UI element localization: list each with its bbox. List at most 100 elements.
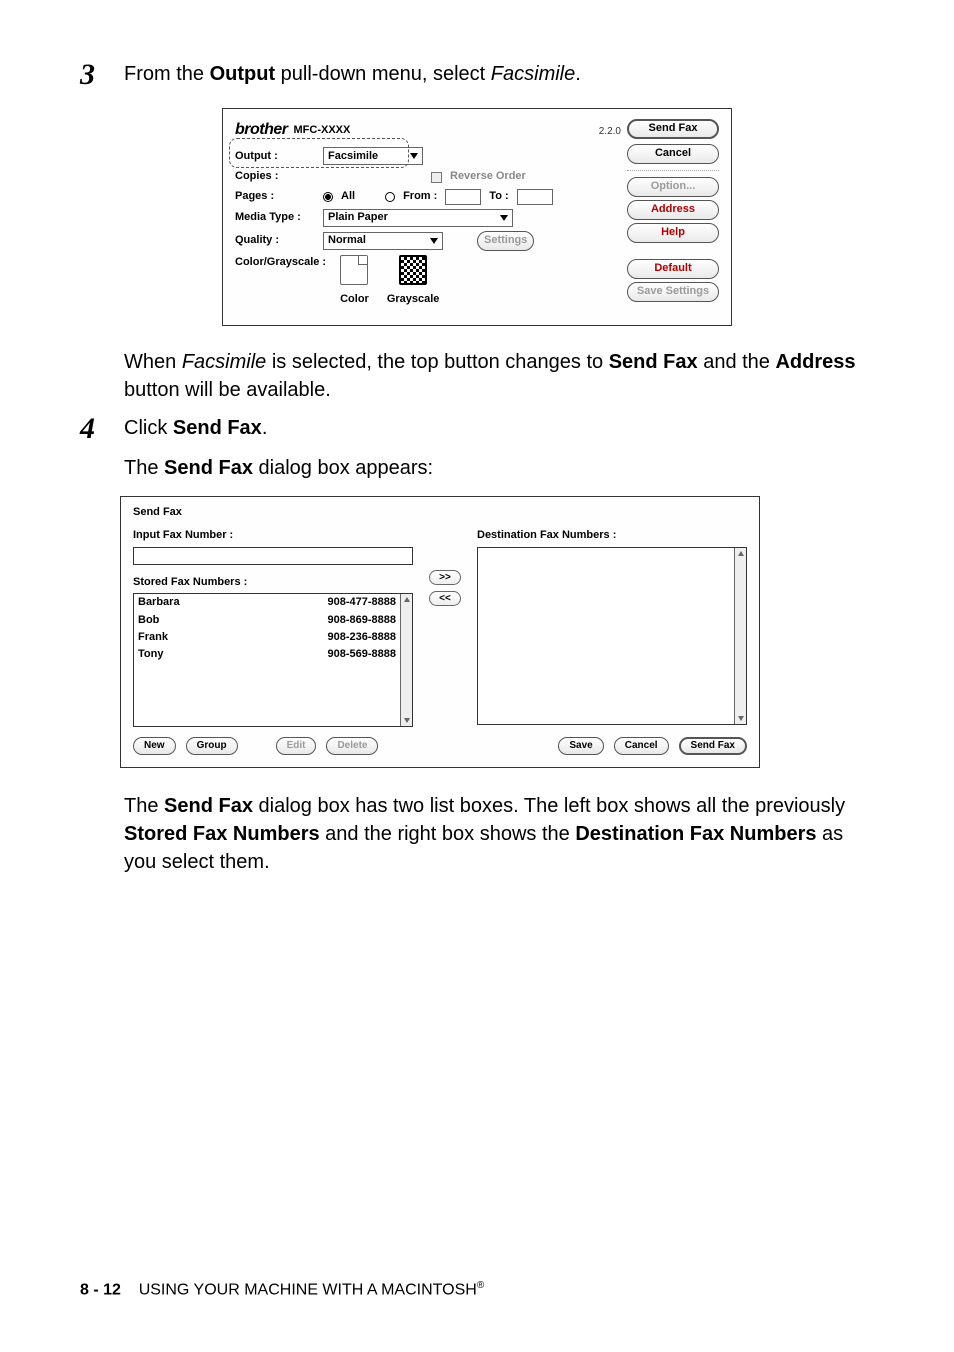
stored-fax-listbox[interactable]: Barbara 908-477-8888 Bob 908-869-8888 Frank 9… (133, 593, 413, 727)
media-label: Media Type : (235, 210, 315, 225)
text: Address (775, 351, 855, 373)
brother-logo: brother (235, 119, 288, 141)
cancel-button[interactable]: Cancel (614, 737, 669, 755)
media-select[interactable]: Plain Paper (323, 209, 513, 227)
chevron-down-icon (430, 238, 438, 244)
pages-from-label: From : (403, 189, 437, 204)
step-number: 4 (80, 414, 124, 444)
scrollbar[interactable] (734, 548, 746, 724)
save-settings-button[interactable]: Save Settings (627, 282, 719, 302)
text: From the (124, 63, 210, 85)
new-button[interactable]: New (133, 737, 176, 755)
text: Send Fax (164, 795, 253, 817)
text: and the (698, 351, 776, 373)
quality-select[interactable]: Normal (323, 232, 443, 250)
text: Facsimile (491, 63, 575, 85)
dest-fax-listbox[interactable] (477, 547, 747, 725)
contact-number: 908-477-8888 (327, 595, 396, 610)
copies-label: Copies : (235, 169, 315, 184)
cancel-button[interactable]: Cancel (627, 144, 719, 164)
footer-text: USING YOUR MACHINE WITH A MACINTOSH (139, 1282, 477, 1299)
text: Send Fax (164, 457, 253, 479)
text: dialog box appears: (253, 457, 433, 479)
help-button[interactable]: Help (627, 223, 719, 243)
pages-to-input[interactable] (517, 189, 553, 205)
text: button will be available. (124, 379, 331, 401)
pages-to-label: To : (489, 189, 508, 204)
registered-mark: ® (477, 1280, 484, 1291)
list-item[interactable]: Frank 908-236-8888 (134, 629, 400, 646)
scroll-down-icon[interactable] (735, 713, 746, 724)
page-footer: 8 - 12 USING YOUR MACHINE WITH A MACINTO… (80, 1279, 484, 1302)
text: Send Fax (609, 351, 698, 373)
page-number: 8 - 12 (80, 1282, 121, 1299)
quality-label: Quality : (235, 233, 315, 248)
text: Click (124, 417, 173, 439)
step-text: Click Send Fax. (124, 414, 874, 444)
version-text: 2.2.0 (599, 125, 621, 139)
delete-button[interactable]: Delete (326, 737, 378, 755)
pages-all-label: All (341, 189, 355, 204)
colorgrayscale-label: Color/Grayscale : (235, 255, 326, 270)
send-fax-dialog: Send Fax Input Fax Number : Stored Fax N… (120, 496, 760, 768)
paragraph: The Send Fax dialog box has two list box… (124, 792, 874, 876)
list-item[interactable]: Barbara 908-477-8888 (134, 594, 400, 611)
contact-number: 908-236-8888 (327, 630, 396, 645)
pages-from-input[interactable] (445, 189, 481, 205)
add-button[interactable]: >> (429, 570, 461, 585)
output-select[interactable]: Facsimile (323, 147, 423, 165)
scrollbar[interactable] (400, 594, 412, 726)
text: When (124, 351, 182, 373)
input-fax-label: Input Fax Number : (133, 528, 413, 543)
text: dialog box has two list boxes. The left … (253, 795, 845, 817)
pages-label: Pages : (235, 189, 315, 204)
text: and the right box shows the (320, 823, 576, 845)
text: Facsimile (182, 351, 266, 373)
input-fax-field[interactable] (133, 547, 413, 565)
default-button[interactable]: Default (627, 259, 719, 279)
chevron-down-icon (410, 153, 418, 159)
color-label: Color (340, 293, 369, 305)
contact-name: Frank (138, 630, 168, 645)
text: The (124, 795, 164, 817)
step-text: From the Output pull-down menu, select F… (124, 60, 874, 90)
contact-name: Barbara (138, 595, 180, 610)
reverse-order-checkbox[interactable] (431, 172, 442, 183)
contact-name: Bob (138, 613, 159, 628)
settings-button[interactable]: Settings (477, 231, 534, 251)
list-item[interactable]: Bob 908-869-8888 (134, 612, 400, 629)
group-button[interactable]: Group (186, 737, 238, 755)
scroll-up-icon[interactable] (735, 548, 746, 559)
send-fax-button[interactable]: Send Fax (627, 119, 719, 139)
text: pull-down menu, select (275, 63, 491, 85)
address-button[interactable]: Address (627, 200, 719, 220)
dest-fax-label: Destination Fax Numbers : (477, 528, 747, 543)
scroll-up-icon[interactable] (401, 594, 412, 605)
output-label: Output : (235, 149, 315, 164)
text: Destination Fax Numbers (575, 823, 816, 845)
color-icon[interactable] (340, 255, 368, 285)
contact-number: 908-869-8888 (327, 613, 396, 628)
scroll-down-icon[interactable] (401, 715, 412, 726)
step-4: 4 Click Send Fax. (80, 414, 874, 444)
send-fax-button[interactable]: Send Fax (679, 737, 747, 755)
text: Send Fax (173, 417, 262, 439)
contact-number: 908-569-8888 (327, 647, 396, 662)
step-3: 3 From the Output pull-down menu, select… (80, 60, 874, 90)
grayscale-icon[interactable] (399, 255, 427, 285)
output-value: Facsimile (328, 149, 378, 164)
remove-button[interactable]: << (429, 591, 461, 606)
media-value: Plain Paper (328, 210, 388, 225)
pages-from-radio[interactable] (385, 192, 395, 202)
option-button[interactable]: Option... (627, 177, 719, 197)
edit-button[interactable]: Edit (276, 737, 317, 755)
dialog-title: Send Fax (133, 505, 747, 520)
paragraph: The Send Fax dialog box appears: (124, 454, 874, 482)
stored-fax-label: Stored Fax Numbers : (133, 575, 413, 590)
pages-all-radio[interactable] (323, 192, 333, 202)
save-button[interactable]: Save (558, 737, 603, 755)
text: . (262, 417, 268, 439)
list-item[interactable]: Tony 908-569-8888 (134, 646, 400, 663)
paragraph: When Facsimile is selected, the top butt… (124, 348, 874, 404)
contact-name: Tony (138, 647, 163, 662)
